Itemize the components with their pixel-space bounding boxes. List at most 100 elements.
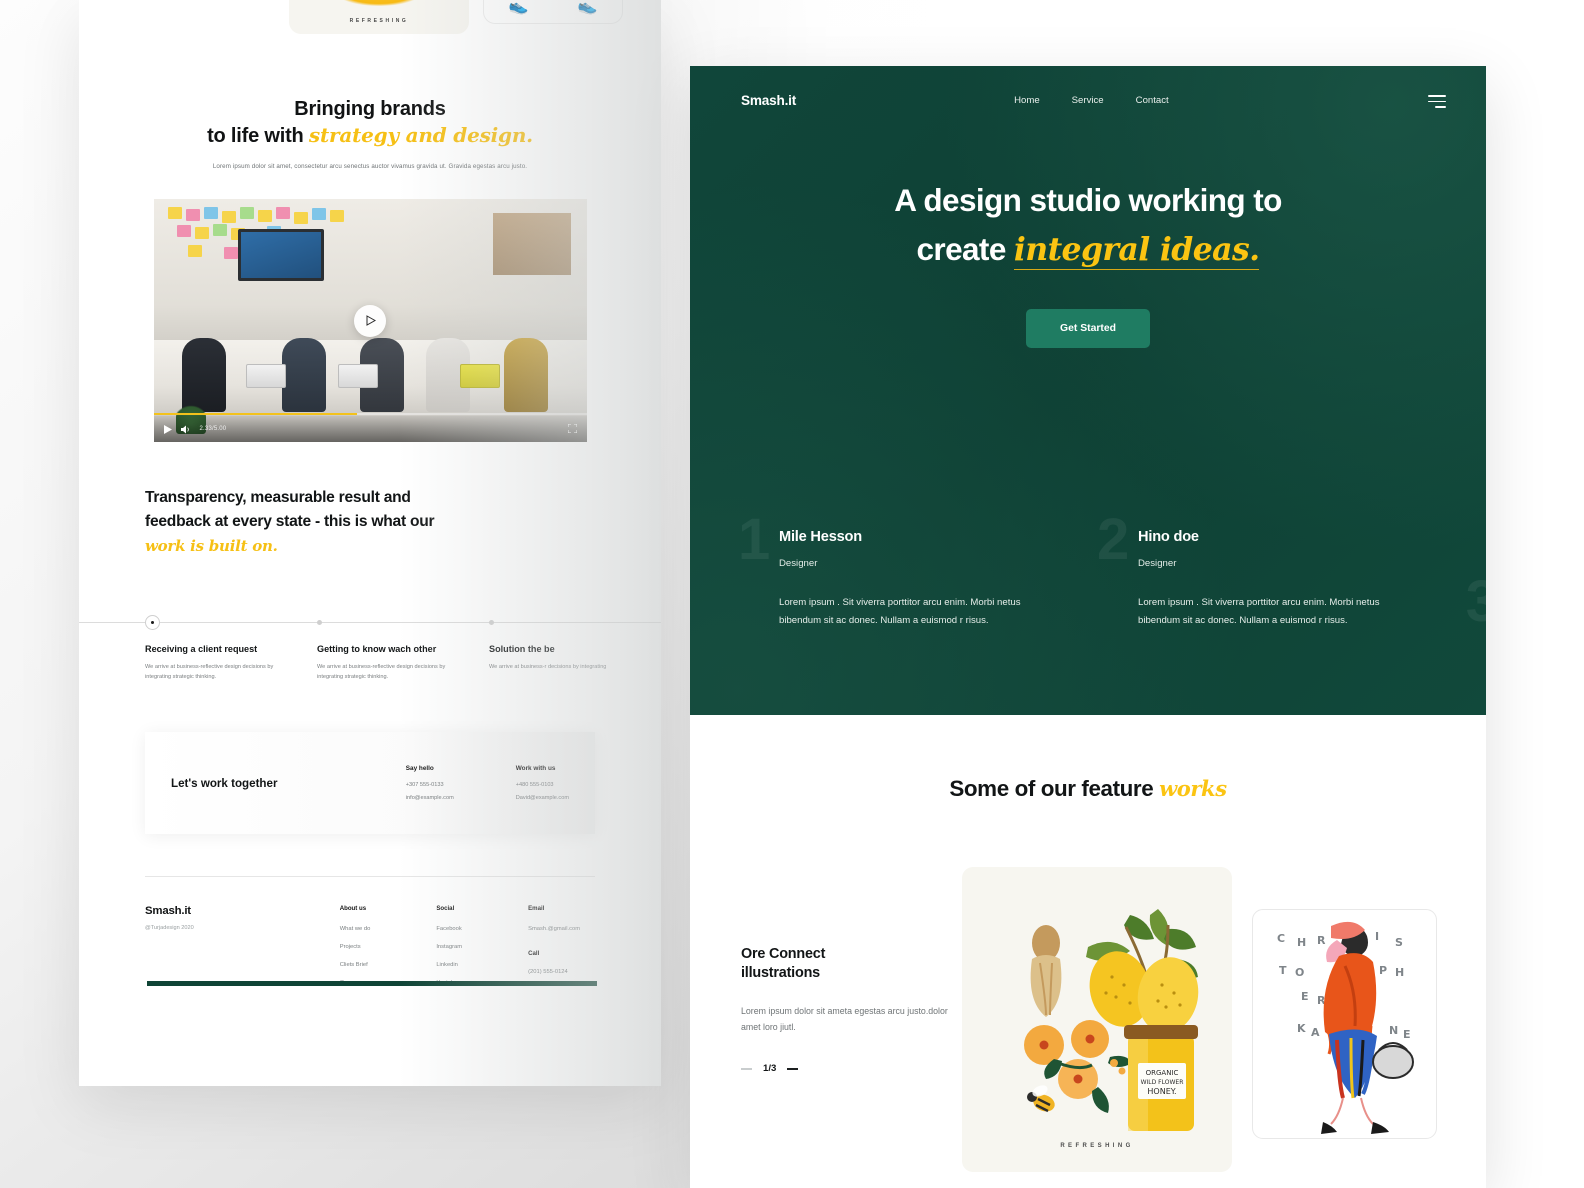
team-member-card: 1 Mile Hesson Designer Lorem ipsum . Sit… [690,510,1049,631]
footer-link[interactable]: Instagram [436,944,462,950]
contact-email[interactable]: David@example.com [516,795,569,801]
headline-line-2-plain: to life with [207,125,309,148]
work-title-line-2: illustrations [741,965,820,982]
contact-phone[interactable]: +480 555-0103 [516,782,569,788]
works-title: Some of our feature works [690,715,1486,802]
footer-call-heading: Call [528,950,540,958]
timeline-dot-icon [317,619,322,625]
play-icon[interactable] [163,424,172,434]
pager-prev-button[interactable] [741,1068,752,1070]
footer-link[interactable]: Linkedin [436,962,462,968]
contact-column-work-with-us: Work with us +480 555-0103 David@example… [516,765,569,801]
hamburger-menu-icon[interactable] [1428,93,1446,108]
work-together-card: Let's work together Say hello +307 555-0… [145,732,595,835]
timeline-dot-icon [489,619,494,625]
nav-item-contact[interactable]: Contact [1136,95,1169,106]
contact-heading: Say hello [405,765,434,773]
member-bio: Lorem ipsum . Sit viverra porttitor arcu… [779,596,1021,627]
work-item-text: Lorem ipsum dolor sit ameta egestas arcu… [741,1005,948,1033]
hero-section: Smash.it Home Service Contact A design s… [690,66,1486,715]
works-title-plain: Some of our feature [949,776,1160,801]
footer-link[interactable]: What we do [340,926,371,932]
volume-icon[interactable] [180,425,191,434]
member-name: Mile Hesson [779,528,862,545]
footer-link[interactable]: Projects [340,944,371,950]
member-name: Hino doe [1138,528,1199,545]
footer-column-about: About us What we do Projects Cliets Brie… [340,905,371,986]
video-play-overlay-button[interactable] [354,304,386,337]
navbar: Smash.it Home Service Contact [690,66,1486,108]
top-cropped-cards: REFRESHING 👟 👟 [79,0,661,34]
svg-text:WILD FLOWER: WILD FLOWER [1141,1079,1184,1086]
member-role: Designer [779,557,818,569]
statement-line-2: feedback at every state - this is what o… [145,513,435,531]
nav-item-home[interactable]: Home [1014,95,1040,106]
svg-text:ORGANIC: ORGANIC [1146,1069,1179,1077]
process-timeline: Receiving a client request We arrive at … [79,609,661,683]
timeline-step[interactable]: Solution the be We arrive at business-r … [489,609,661,683]
monitor-decor [237,229,324,282]
fashion-card-cropped: 👟 👟 [483,0,623,24]
timeline-step-title: Receiving a client request [145,643,258,654]
refreshing-caption: REFRESHING [349,18,409,24]
footer-column-heading: Social [436,905,455,913]
person-decor [503,338,548,413]
member-index-number: 2 [1097,506,1130,572]
work-title-line-1: Ore Connect [741,946,826,962]
nav-brand[interactable]: Smash.it [741,93,796,108]
hero-line-1: A design studio working to [894,182,1282,218]
lemon-card-cropped: REFRESHING [289,0,469,34]
hero-line-2-plain: create [916,230,1014,267]
timeline-step[interactable]: Receiving a client request We arrive at … [145,609,317,683]
work-item-copy: Ore Connect illustrations Lorem ipsum do… [741,867,951,1074]
fullscreen-icon[interactable] [567,420,577,438]
work-item-title: Ore Connect illustrations [741,945,951,984]
contact-phone[interactable]: +307 555-0133 [406,782,454,788]
get-started-button[interactable]: Get Started [1025,308,1150,348]
timeline-step-text: We arrive at business-r decisions by int… [489,663,607,670]
video-timestamp: 2.33/5.00 [199,426,227,433]
contact-email[interactable]: info@example.com [406,795,454,801]
work-card-fashion-illustration[interactable]: C H R I S T O P H E R K A N E [1252,909,1437,1139]
contact-heading: Work with us [515,765,556,773]
play-icon [366,315,376,327]
headline-line-2-script: strategy and design. [308,123,533,148]
laptop-decor [245,364,286,389]
footer-column-contact: Email Smash.@gmail.com Call (201) 555-01… [528,905,580,986]
timeline-step-text: We arrive at business-reflective design … [145,663,274,681]
timeline-step-title: Solution the be [489,643,555,654]
timeline-step-text: We arrive at business-reflective design … [317,663,446,681]
contact-column-say-hello: Say hello +307 555-0133 info@example.com [406,765,454,801]
footer-link[interactable]: Facebook [436,926,462,932]
left-footer: Smash.it @Turjadesign 2020 About us What… [79,877,661,986]
footer-copyright: @Turjadesign 2020 [145,925,194,932]
bottom-accent-bar [147,981,597,987]
works-title-script: works [1159,776,1227,801]
lemon-illustration-icon [335,0,423,6]
laptop-decor [459,364,500,389]
works-pager: 1/3 [741,1063,951,1074]
timeline-active-dot-icon [145,614,160,630]
video-section: 2.33/5.00 [79,172,661,443]
video-controls-bar[interactable]: 2.33/5.00 [153,413,587,443]
video-progress-bar[interactable] [153,413,587,416]
fashion-illustration-icon: 👟 👟 [508,0,598,15]
pager-next-button[interactable] [787,1068,799,1070]
footer-link[interactable]: Cliets Brief [340,962,371,968]
headline-line-1: Bringing brands [294,98,446,120]
footer-column-social: Social Facebook Instagram Linkedin Youtu… [436,905,462,986]
timeline-step[interactable]: Getting to know wach other We arrive at … [317,609,489,683]
video-player[interactable]: 2.33/5.00 [153,199,587,443]
member-index-number: 1 [738,506,771,572]
svg-text:HONEY.: HONEY. [1147,1087,1176,1096]
work-card-lemon-illustration[interactable]: ORGANIC WILD FLOWER HONEY. REFRESHING [962,867,1232,1172]
shelf-decor [492,213,571,276]
team-member-card: 2 Hino doe Designer Lorem ipsum . Sit vi… [1049,510,1408,631]
footer-email[interactable]: Smash.@gmail.com [528,926,580,932]
footer-phone[interactable]: (201) 555-0124 [528,969,580,975]
team-members-row: 1 Mile Hesson Designer Lorem ipsum . Sit… [690,510,1486,715]
transparency-statement: Transparency, measurable result and feed… [79,442,509,558]
hero-line-2-script: integral ideas. [1013,230,1260,270]
left-headline-subtext: Lorem ipsum dolor sit amet, consectetur … [212,162,528,170]
nav-item-service[interactable]: Service [1072,95,1104,106]
